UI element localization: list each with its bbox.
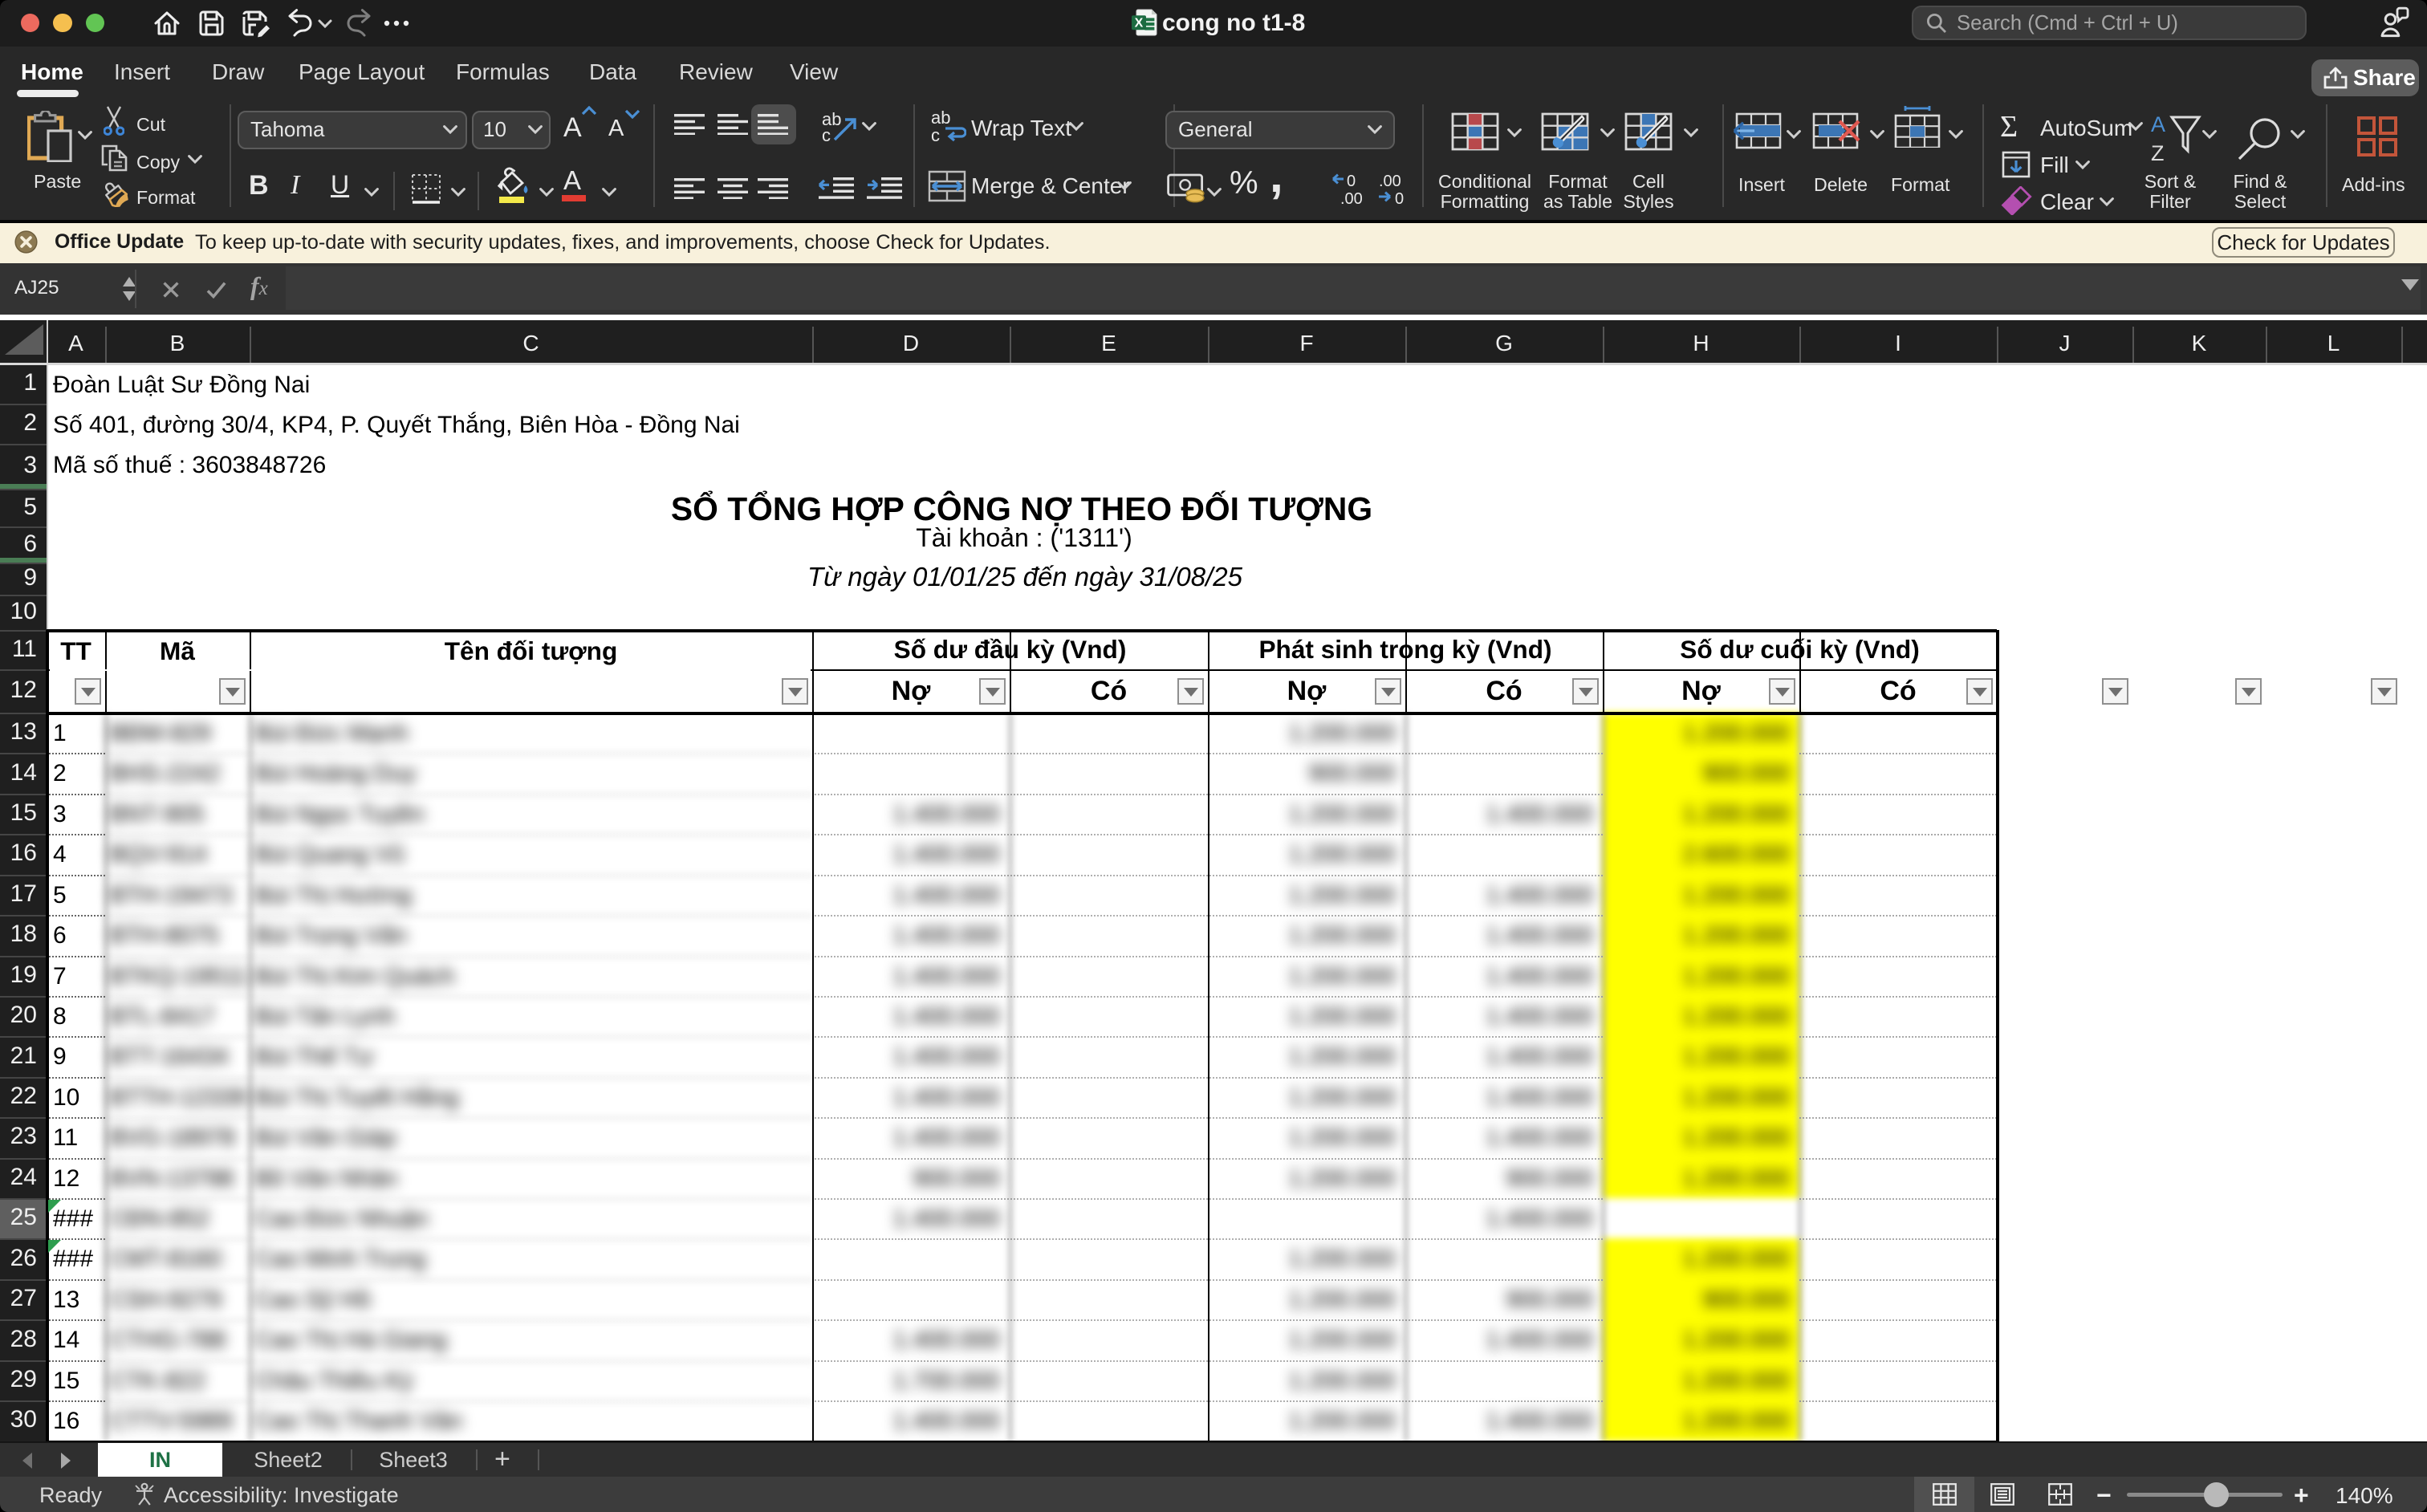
svg-text:.00: .00: [1340, 190, 1363, 205]
svg-text:c: c: [822, 125, 831, 143]
svg-text:0: 0: [1347, 173, 1356, 190]
svg-text:0: 0: [1395, 190, 1404, 205]
svg-text:.00: .00: [1379, 173, 1401, 190]
svg-text:X: X: [1135, 16, 1144, 30]
svg-text:c: c: [931, 125, 940, 144]
svg-text:Z: Z: [2151, 141, 2165, 165]
svg-text:A: A: [2151, 112, 2165, 136]
